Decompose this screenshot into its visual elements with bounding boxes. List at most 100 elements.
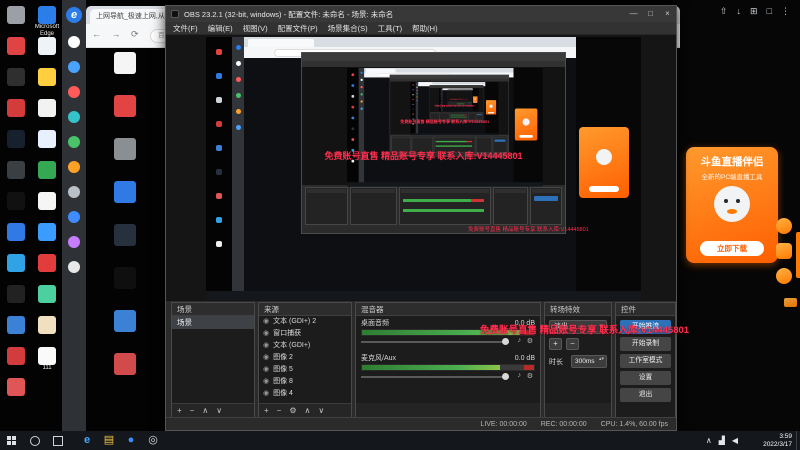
tray-expand-icon[interactable]: ∧ [706,436,712,445]
volume-icon[interactable]: ◀ [732,436,738,445]
desktop-icon[interactable] [2,99,30,130]
browser-logo-icon[interactable]: e [66,7,82,23]
desktop-icon[interactable] [2,6,30,37]
duration-spinbox[interactable]: 300ms ▴▾ [571,355,607,368]
sidebar-shortcut-icon[interactable] [68,236,80,248]
volume-slider[interactable]: ♪ ⚙ [361,371,535,383]
sidebar-shortcut-icon[interactable] [68,136,80,148]
desktop-icon[interactable] [2,347,30,378]
desktop-icon[interactable] [92,95,158,138]
desktop-icon[interactable] [2,161,30,192]
taskbar-browser-icon[interactable]: ● [120,431,142,450]
desktop-icon[interactable] [92,224,158,267]
desktop-icon[interactable] [92,310,158,353]
source-row[interactable]: ◉ 文本 (GDI+) [259,340,351,352]
show-desktop-button[interactable] [796,431,800,450]
move-up-icon[interactable]: ∧ [202,404,208,418]
maximize-button[interactable]: □ [642,6,659,22]
visibility-eye-icon[interactable]: ◉ [263,352,269,364]
share-icon[interactable]: ⇧ [720,6,728,17]
volume-slider-knob[interactable] [502,373,509,380]
desktop-icon[interactable] [31,130,63,161]
sidebar-shortcut-icon[interactable] [68,161,80,173]
sidebar-shortcut-icon[interactable] [68,86,80,98]
desktop-icon[interactable] [92,52,158,95]
obs-menu-item[interactable]: 编辑(E) [208,23,233,34]
obs-menu-item[interactable]: 场景集合(S) [328,23,368,34]
channel-settings-icon[interactable]: ⚙ [527,337,533,345]
sidebar-shortcut-icon[interactable] [68,186,80,198]
douyu-companion-card[interactable]: 斗鱼直播伴侣 全新的PC端直播工具 立即下载 [686,147,778,263]
desktop-icon[interactable] [2,68,30,99]
visibility-eye-icon[interactable]: ◉ [263,376,269,388]
desktop-icon[interactable] [31,192,63,223]
desktop-icon[interactable] [2,130,30,161]
desktop-icon[interactable] [31,223,63,254]
move-up-icon[interactable]: ∧ [305,404,311,418]
obs-menu-item[interactable]: 工具(T) [378,23,403,34]
douyu-edge-strip[interactable] [796,232,800,278]
obs-menu-item[interactable]: 配置文件(P) [278,23,318,34]
taskbar-edge-icon[interactable]: e [76,431,98,450]
desktop-icon[interactable]: Microsoft Edge [31,6,63,37]
visibility-eye-icon[interactable]: ◉ [263,388,269,400]
source-row[interactable]: ◉ 图像 2 [259,352,351,364]
volume-slider-knob[interactable] [502,338,509,345]
desktop-icon[interactable] [2,192,30,223]
source-properties-icon[interactable]: ⚙ [289,404,296,418]
scene-item[interactable]: 场景 [172,316,254,329]
taskbar-explorer-icon[interactable]: ▤ [98,431,120,450]
desktop-icon[interactable] [2,316,30,347]
douyu-download-button[interactable]: 立即下载 [700,241,764,256]
download-icon[interactable]: ↓ [737,6,742,17]
control-button[interactable]: 设置 [620,371,671,385]
desktop-icon[interactable] [2,285,30,316]
source-row[interactable]: ◉ 图像 8 [259,376,351,388]
visibility-eye-icon[interactable]: ◉ [263,364,269,376]
control-button[interactable]: 开始录制 [620,337,671,351]
visibility-eye-icon[interactable]: ◉ [263,316,269,328]
obs-menu-item[interactable]: 视图(V) [243,23,268,34]
control-button[interactable]: 退出 [620,388,671,402]
desktop-icon[interactable] [31,37,63,68]
obs-preview[interactable]: 免费账号直售 精品账号专享 联系入库:V14445801 免费账号直售 精品账号… [166,35,676,301]
desktop-icon[interactable] [2,378,30,409]
volume-slider[interactable]: ♪ ⚙ [361,336,535,348]
speaker-icon[interactable]: ♪ [518,337,522,344]
channel-settings-icon[interactable]: ⚙ [527,372,533,380]
taskbar-clock[interactable]: 3:59 2022/3/17 [744,433,792,449]
move-down-icon[interactable]: ∨ [216,404,222,418]
desktop-icon[interactable] [31,161,63,192]
minimize-button[interactable]: — [625,6,642,22]
more-icon[interactable]: ⋮ [781,6,790,17]
desktop-icon[interactable] [2,37,30,68]
desktop-icon[interactable] [2,254,30,285]
add-scene-icon[interactable]: + [177,404,182,418]
control-button[interactable]: 工作室模式 [620,354,671,368]
close-button[interactable]: × [659,6,676,22]
desktop-icon[interactable] [2,223,30,254]
douyu-float-icon-3[interactable] [776,268,792,284]
source-row[interactable]: ◉ 窗口捕获 [259,328,351,340]
source-row[interactable]: ◉ 图像 5 [259,364,351,376]
douyu-float-icon-1[interactable] [776,218,792,234]
desktop-icon[interactable]: 111 [31,347,63,378]
apps-icon[interactable]: ⊞ [750,6,758,17]
desktop-icon[interactable] [92,353,158,396]
desktop-icon[interactable] [31,285,63,316]
visibility-eye-icon[interactable]: ◉ [263,340,269,352]
network-icon[interactable]: ▟ [719,436,725,445]
sidebar-shortcut-icon[interactable] [68,111,80,123]
obs-menu-item[interactable]: 帮助(H) [412,23,437,34]
add-transition-button[interactable]: + [549,338,562,350]
sidebar-shortcut-icon[interactable] [68,261,80,273]
desktop-icon[interactable] [92,181,158,224]
douyu-float-icon-2[interactable] [776,243,792,259]
sidebar-shortcut-icon[interactable] [68,61,80,73]
desktop-icon[interactable] [92,138,158,181]
sidebar-shortcut-icon[interactable] [68,36,80,48]
desktop-icon[interactable] [92,267,158,310]
task-view-icon[interactable] [46,431,68,450]
spin-arrows-icon[interactable]: ▴▾ [599,356,604,362]
browser-nav-icons[interactable]: ← → ⟳ [92,29,143,40]
